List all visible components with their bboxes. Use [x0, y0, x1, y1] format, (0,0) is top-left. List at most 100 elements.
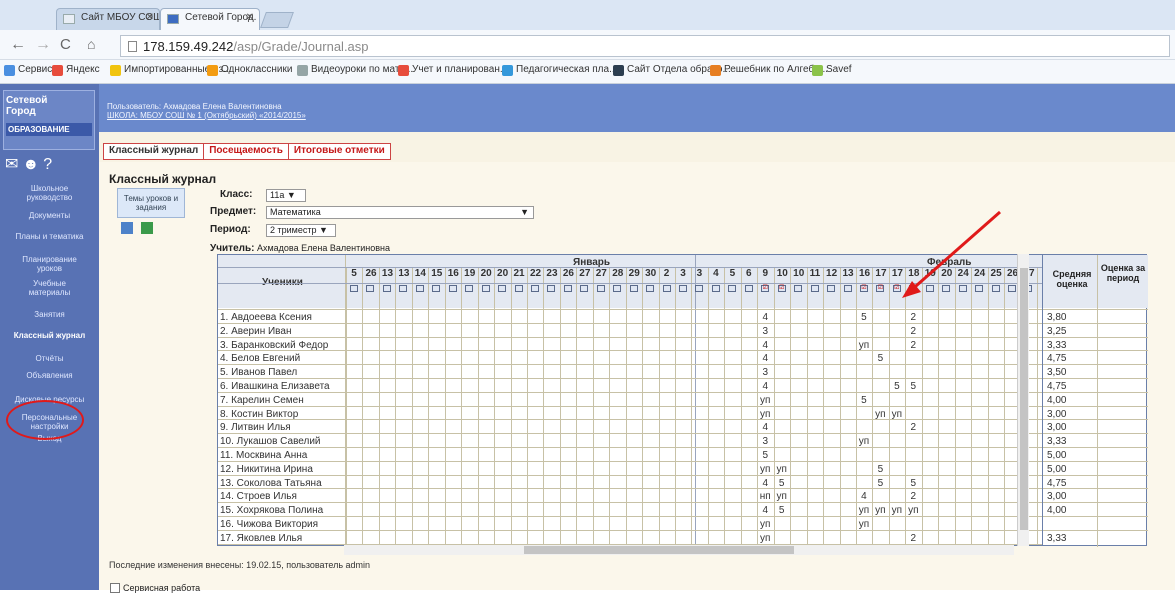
close-icon[interactable]: ✕	[146, 12, 154, 23]
bookmark-item[interactable]: Savef	[812, 64, 852, 76]
lesson-checkbox[interactable]	[481, 285, 490, 292]
lesson-checkbox[interactable]	[810, 285, 819, 292]
grade-cell[interactable]: 5	[905, 381, 921, 392]
sidebar-item[interactable]: Школьное руководство	[0, 184, 99, 202]
grade-cell[interactable]: уп	[889, 505, 905, 516]
back-icon[interactable]: ←	[10, 36, 26, 54]
tab-class-journal[interactable]: Классный журнал	[104, 144, 205, 159]
mail-icon[interactable]: ✉	[5, 156, 22, 173]
grade-cell[interactable]: нп	[757, 491, 773, 502]
horizontal-scrollbar[interactable]	[344, 545, 1014, 555]
lesson-checkbox[interactable]	[991, 285, 1000, 292]
sidebar-item[interactable]: Объявления	[0, 371, 99, 380]
grade-cell[interactable]: 3	[757, 436, 773, 447]
lesson-checkbox[interactable]	[563, 285, 572, 292]
grade-cell[interactable]: уп	[856, 340, 872, 351]
people-icon[interactable]: ☻	[22, 156, 43, 173]
grade-cell[interactable]: уп	[757, 395, 773, 406]
lesson-checkbox[interactable]: ☑	[777, 285, 786, 292]
grade-cell[interactable]: 4	[856, 491, 872, 502]
browser-tab-school-site[interactable]: Сайт МБОУ СОШ №1 горо... ✕	[56, 8, 160, 30]
bookmark-item[interactable]: Яндекс	[52, 64, 100, 76]
lesson-checkbox[interactable]	[530, 285, 539, 292]
lesson-checkbox[interactable]	[711, 285, 720, 292]
grade-cell[interactable]: 5	[856, 395, 872, 406]
sidebar-item[interactable]: Документы	[0, 211, 99, 220]
grade-cell[interactable]: 5	[757, 450, 773, 461]
grade-cell[interactable]: 5	[872, 464, 888, 475]
tab-attendance[interactable]: Посещаемость	[204, 144, 289, 159]
lesson-checkbox[interactable]	[498, 285, 507, 292]
close-icon[interactable]: ✕	[246, 12, 254, 23]
lesson-checkbox[interactable]	[679, 285, 687, 292]
grade-cell[interactable]: 4	[757, 478, 773, 489]
lesson-checkbox[interactable]	[514, 285, 523, 292]
lesson-checkbox[interactable]	[366, 285, 375, 292]
bookmark-item[interactable]: Видеоуроки по мате...	[297, 64, 413, 76]
grade-cell[interactable]: 4	[757, 381, 773, 392]
home-icon[interactable]: ⌂	[87, 36, 95, 52]
grade-cell[interactable]: 3	[757, 367, 773, 378]
lesson-checkbox[interactable]	[432, 285, 441, 292]
grade-cell[interactable]: уп	[757, 409, 773, 420]
lesson-checkbox[interactable]: ☑	[859, 285, 868, 292]
grade-cell[interactable]: уп	[856, 436, 872, 447]
lesson-checkbox[interactable]	[448, 285, 457, 292]
grade-cell[interactable]: 4	[757, 353, 773, 364]
grade-cell[interactable]: 3	[757, 326, 773, 337]
subject-select[interactable]: Математика ▼	[266, 206, 534, 219]
lesson-checkbox[interactable]	[744, 285, 753, 292]
bookmark-item[interactable]: Одноклассники	[207, 64, 292, 76]
grade-cell[interactable]: 2	[905, 326, 921, 337]
grade-cell[interactable]: 2	[905, 312, 921, 323]
lesson-checkbox[interactable]	[382, 285, 391, 292]
grade-cell[interactable]: уп	[757, 519, 773, 530]
sidebar-item[interactable]: Учебные материалы	[0, 279, 99, 297]
grade-cell[interactable]: уп	[889, 409, 905, 420]
grade-cell[interactable]: 5	[774, 505, 790, 516]
lesson-checkbox[interactable]	[415, 285, 424, 292]
url-field[interactable]: 178.159.49.242/asp/Grade/Journal.asp	[120, 35, 1170, 57]
lesson-checkbox[interactable]	[728, 285, 737, 292]
print-icon[interactable]	[121, 222, 133, 234]
lesson-checkbox[interactable]	[1008, 285, 1016, 292]
scroll-thumb[interactable]	[1020, 268, 1028, 530]
grade-cell[interactable]: 4	[757, 505, 773, 516]
lesson-checkbox[interactable]	[596, 285, 605, 292]
sidebar-item[interactable]: Занятия	[0, 310, 99, 319]
lesson-checkbox[interactable]	[547, 285, 556, 292]
lesson-checkbox[interactable]: ☑	[876, 285, 885, 292]
grade-cell[interactable]: 2	[905, 491, 921, 502]
lesson-checkbox[interactable]	[465, 285, 474, 292]
lesson-checkbox[interactable]	[646, 285, 655, 292]
lesson-checkbox[interactable]	[975, 285, 984, 292]
bookmark-item[interactable]: Учет и планирован...	[398, 64, 508, 76]
grade-cell[interactable]: 5	[889, 381, 905, 392]
grade-cell[interactable]: 5	[774, 478, 790, 489]
sidebar-item[interactable]: Планирование уроков	[0, 255, 99, 273]
help-icon[interactable]: ?	[43, 156, 56, 173]
lesson-checkbox[interactable]	[942, 285, 951, 292]
lesson-checkbox[interactable]	[399, 285, 408, 292]
grade-cell[interactable]: уп	[757, 533, 773, 544]
lesson-checkbox[interactable]	[827, 285, 836, 292]
grade-cell[interactable]: уп	[774, 464, 790, 475]
period-select[interactable]: 2 триместр ▼	[266, 224, 336, 237]
lesson-checkbox[interactable]	[794, 285, 803, 292]
grade-cell[interactable]: уп	[856, 505, 872, 516]
grade-cell[interactable]: уп	[757, 464, 773, 475]
browser-tab-network-city[interactable]: Сетевой Город. Образова... ✕	[160, 8, 260, 30]
lesson-checkbox[interactable]	[629, 285, 638, 292]
lesson-checkbox[interactable]	[613, 285, 622, 292]
logo[interactable]: Сетевой Город ОБРАЗОВАНИЕ	[3, 90, 95, 150]
bookmark-item[interactable]: Решебник по Алгебр...	[710, 64, 828, 76]
grade-cell[interactable]: уп	[856, 519, 872, 530]
grade-cell[interactable]: 5	[856, 312, 872, 323]
reload-icon[interactable]: C	[60, 36, 71, 53]
grade-cell[interactable]: 2	[905, 422, 921, 433]
service-work-checkbox[interactable]	[110, 583, 120, 593]
grade-cell[interactable]: 5	[872, 478, 888, 489]
grade-cell[interactable]: 4	[757, 422, 773, 433]
excel-icon[interactable]	[141, 222, 153, 234]
lesson-checkbox[interactable]	[350, 285, 358, 292]
